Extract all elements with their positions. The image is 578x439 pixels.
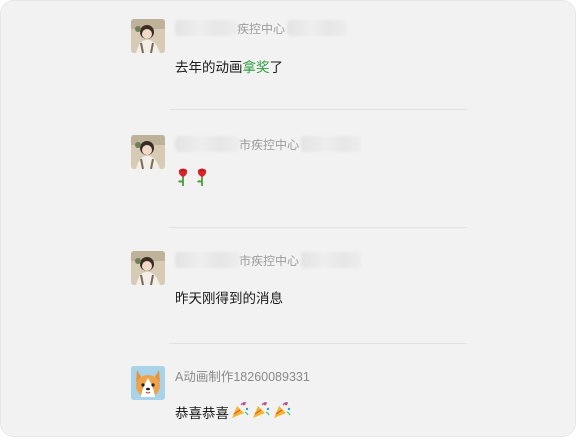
comment-panel: 疾控中心 去年的动画 拿奖了 市疾控中心 市疾控中心 昨天刚得到的消息 A动画制… xyxy=(0,0,576,437)
divider xyxy=(169,109,467,110)
redacted-name-blur xyxy=(175,20,237,36)
comment-content xyxy=(175,167,213,190)
avatar-corgi-dog[interactable] xyxy=(131,366,165,400)
author-name-suffix: 市疾控中心 xyxy=(239,137,300,152)
rose-emoji-icon xyxy=(194,167,210,190)
highlight-link[interactable]: 拿奖 xyxy=(243,56,270,76)
avatar-girl-photo[interactable] xyxy=(131,19,165,53)
comment-content: 恭喜恭喜 xyxy=(175,401,294,422)
author-name: A动画制作18260089331 xyxy=(175,369,310,384)
comment-text: 去年的动画 xyxy=(175,60,243,75)
author-name-suffix: 市疾控中心 xyxy=(239,253,300,268)
rose-emoji-icon xyxy=(175,167,191,190)
comment-content: 昨天刚得到的消息 xyxy=(175,287,283,307)
avatar-girl-photo[interactable] xyxy=(131,251,165,285)
avatar-image-icon xyxy=(131,135,165,169)
author-name-suffix: 疾控中心 xyxy=(237,21,286,36)
redacted-name-blur xyxy=(301,252,362,268)
party-popper-emoji-icon xyxy=(252,401,270,422)
comment-author[interactable]: A动画制作18260089331 xyxy=(175,366,310,384)
comment-text: 昨天刚得到的消息 xyxy=(175,291,283,306)
comment-content: 去年的动画 拿奖了 xyxy=(175,56,283,76)
redacted-name-blur xyxy=(175,252,239,268)
avatar-image-icon xyxy=(131,19,165,53)
redacted-name-blur xyxy=(301,136,362,152)
party-popper-emoji-icon xyxy=(273,401,291,422)
avatar-image-icon xyxy=(131,366,165,400)
divider xyxy=(169,343,467,344)
avatar-girl-photo[interactable] xyxy=(131,135,165,169)
comment-text: 恭喜恭喜 xyxy=(175,405,229,421)
divider xyxy=(169,227,467,228)
comment-author[interactable]: 市疾控中心 xyxy=(175,135,362,153)
redacted-name-blur xyxy=(287,20,348,36)
redacted-name-blur xyxy=(175,136,239,152)
comment-author[interactable]: 市疾控中心 xyxy=(175,251,362,269)
comment-text: 了 xyxy=(269,60,284,75)
party-popper-emoji-icon xyxy=(231,401,249,422)
avatar-image-icon xyxy=(131,251,165,285)
comment-author[interactable]: 疾控中心 xyxy=(175,19,348,37)
